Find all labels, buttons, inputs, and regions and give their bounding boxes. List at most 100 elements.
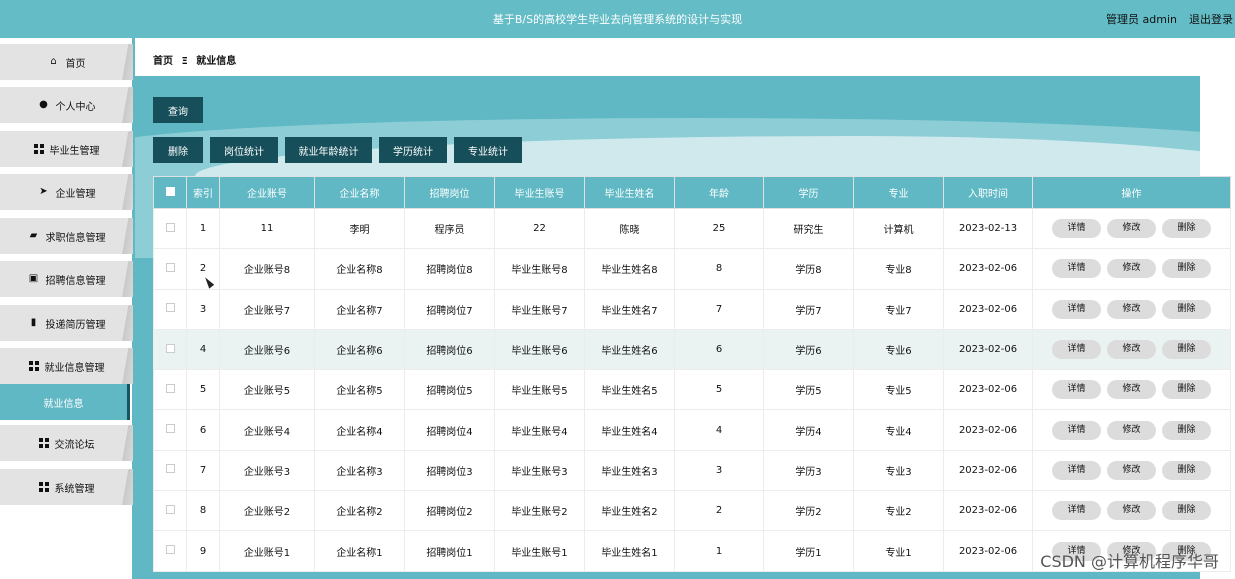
table-cell: 毕业生姓名7	[584, 288, 675, 330]
sidebar-item-employment-info[interactable]: 就业信息	[0, 384, 130, 420]
row-delete-button[interactable]: 删除	[1162, 299, 1211, 319]
table-cell: 3	[186, 288, 220, 330]
sidebar-item-system[interactable]: 系统管理	[0, 469, 133, 505]
table-cell: 2023-02-06	[943, 288, 1033, 330]
row-delete-button[interactable]: 删除	[1162, 460, 1211, 480]
edit-button[interactable]: 修改	[1107, 340, 1156, 360]
sidebar-item-profile[interactable]: ● 个人中心	[0, 87, 133, 123]
table-cell: 4	[674, 409, 764, 451]
row-select-cell[interactable]	[153, 490, 187, 532]
detail-button[interactable]: 详情	[1052, 420, 1101, 440]
row-checkbox[interactable]	[165, 303, 175, 313]
edit-button[interactable]: 修改	[1107, 460, 1156, 480]
edit-button[interactable]: 修改	[1107, 299, 1156, 319]
sidebar-item-label: 求职信息管理	[45, 232, 106, 244]
table-cell: 招聘岗位3	[404, 449, 495, 492]
table-cell: 8	[186, 490, 220, 532]
table-cell: 2023-02-06	[943, 248, 1033, 290]
query-button[interactable]: 查询	[153, 97, 203, 123]
row-actions: 详情 修改 删除	[1032, 248, 1231, 290]
row-checkbox[interactable]	[165, 424, 175, 434]
row-checkbox[interactable]	[165, 545, 175, 555]
sidebar-item-label: 毕业生管理	[49, 145, 100, 157]
row-checkbox[interactable]	[165, 504, 175, 514]
edit-button[interactable]: 修改	[1107, 259, 1156, 279]
row-checkbox[interactable]	[165, 343, 175, 353]
table-cell: 企业名称2	[314, 490, 405, 532]
detail-button[interactable]: 详情	[1052, 219, 1101, 239]
row-delete-button[interactable]: 删除	[1162, 380, 1211, 400]
table-cell: 专业1	[853, 530, 944, 572]
row-select-cell[interactable]	[153, 409, 187, 451]
major-stats-button[interactable]: 专业统计	[454, 137, 522, 163]
sidebar-item-forum[interactable]: 交流论坛	[0, 425, 133, 461]
row-checkbox[interactable]	[165, 222, 175, 232]
table-row: 1 11 李明 程序员 22 陈晓 25 研究生 计算机 2023-02-13 详情 修改 删除	[153, 207, 1231, 250]
sidebar-item-home[interactable]: ⌂ 首页	[0, 44, 133, 80]
edit-button[interactable]: 修改	[1107, 501, 1156, 521]
row-select-cell[interactable]	[153, 248, 187, 290]
edit-button[interactable]: 修改	[1107, 219, 1156, 239]
table-cell: 毕业生账号2	[494, 490, 585, 532]
select-all-checkbox[interactable]	[165, 186, 175, 196]
row-actions: 详情 修改 删除	[1032, 490, 1231, 532]
sidebar-item-companies[interactable]: ➤ 企业管理	[0, 174, 133, 210]
row-delete-button[interactable]: 删除	[1162, 420, 1211, 440]
table-cell: 招聘岗位4	[404, 409, 495, 451]
table-cell: 毕业生账号8	[494, 248, 585, 290]
age-stats-button[interactable]: 就业年龄统计	[285, 137, 372, 163]
sidebar-item-label: 企业管理	[55, 188, 96, 200]
row-checkbox[interactable]	[165, 262, 175, 272]
row-select-cell[interactable]	[153, 288, 187, 330]
logout-link[interactable]: 退出登录	[1189, 11, 1233, 27]
table-cell: 企业名称4	[314, 409, 405, 451]
row-checkbox[interactable]	[165, 383, 175, 393]
row-delete-button[interactable]: 删除	[1162, 501, 1211, 521]
grid-icon	[38, 438, 49, 448]
table-cell: 学历4	[763, 409, 854, 451]
row-select-cell[interactable]	[153, 369, 187, 411]
row-select-cell[interactable]	[153, 530, 187, 572]
select-all-cell[interactable]	[153, 176, 187, 209]
breadcrumb-home[interactable]: 首页	[153, 56, 173, 67]
position-stats-button[interactable]: 岗位统计	[210, 137, 278, 163]
edit-button[interactable]: 修改	[1107, 380, 1156, 400]
table-cell: 程序员	[404, 207, 495, 250]
table-row: 7 企业账号3 企业名称3 招聘岗位3 毕业生账号3 毕业生姓名3 3 学历3 专业3 2023-…	[153, 449, 1231, 492]
delete-button[interactable]: 删除	[153, 137, 203, 163]
sidebar-item-label: 个人中心	[55, 101, 96, 113]
table-cell: 2	[674, 490, 764, 532]
sidebar-item-graduates[interactable]: 毕业生管理	[0, 131, 133, 167]
table-cell: 企业名称3	[314, 449, 405, 492]
detail-button[interactable]: 详情	[1052, 299, 1101, 319]
column-header: 学历	[763, 176, 854, 209]
table-cell: 企业账号5	[219, 369, 315, 411]
table-cell: 毕业生姓名3	[584, 449, 675, 492]
column-header: 毕业生账号	[494, 176, 585, 209]
table-cell: 企业账号4	[219, 409, 315, 451]
row-select-cell[interactable]	[153, 449, 187, 492]
row-delete-button[interactable]: 删除	[1162, 340, 1211, 360]
row-checkbox[interactable]	[165, 464, 175, 474]
table-cell: 学历3	[763, 449, 854, 492]
detail-button[interactable]: 详情	[1052, 460, 1101, 480]
row-select-cell[interactable]	[153, 207, 187, 250]
sidebar-item-recruitment[interactable]: ▣ 招聘信息管理	[0, 261, 133, 297]
sidebar-item-job-seeking[interactable]: ▰ 求职信息管理	[0, 218, 133, 254]
detail-button[interactable]: 详情	[1052, 259, 1101, 279]
row-delete-button[interactable]: 删除	[1162, 219, 1211, 239]
breadcrumb-separator: Ξ	[181, 56, 188, 67]
detail-button[interactable]: 详情	[1052, 340, 1101, 360]
row-delete-button[interactable]: 删除	[1162, 259, 1211, 279]
sidebar-item-employment-mgmt[interactable]: 就业信息管理	[0, 348, 133, 384]
row-select-cell[interactable]	[153, 328, 187, 371]
table-cell: 毕业生账号3	[494, 449, 585, 492]
table-cell: 5	[674, 369, 764, 411]
detail-button[interactable]: 详情	[1052, 380, 1101, 400]
column-header: 企业账号	[219, 176, 315, 209]
detail-button[interactable]: 详情	[1052, 501, 1101, 521]
edit-button[interactable]: 修改	[1107, 420, 1156, 440]
education-stats-button[interactable]: 学历统计	[379, 137, 447, 163]
breadcrumb: 首页 Ξ 就业信息	[153, 52, 241, 67]
sidebar-item-resumes[interactable]: ▮ 投递简历管理	[0, 305, 133, 341]
